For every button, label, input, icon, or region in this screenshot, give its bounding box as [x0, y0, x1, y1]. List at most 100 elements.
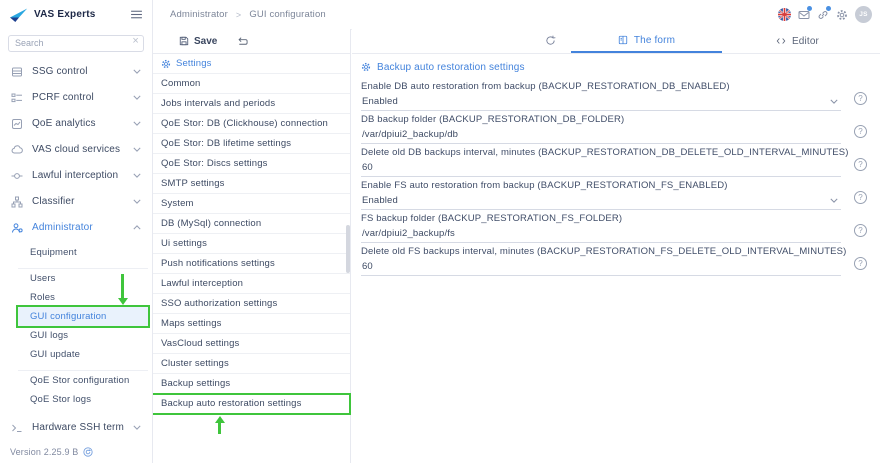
settings-list-item[interactable]: QoE Stor: DB (Clickhouse) connection	[152, 114, 350, 134]
sidebar-subitem[interactable]: Users	[18, 268, 148, 288]
sidebar-item[interactable]: Administrator	[0, 215, 152, 241]
reset-icon[interactable]	[237, 36, 248, 47]
app-root: VAS Experts × SSG control PCRF control Q…	[0, 0, 880, 463]
settings-list-item[interactable]: Backup auto restoration settings	[152, 394, 350, 414]
clear-search-icon[interactable]: ×	[132, 34, 139, 49]
save-label: Save	[194, 36, 217, 47]
sidebar-item-label: Hardware SSH terminal	[32, 422, 124, 433]
settings-list-item[interactable]: SMTP settings	[152, 174, 350, 194]
settings-list-item[interactable]: QoE Stor: Discs settings	[152, 154, 350, 174]
field-input[interactable]: Enabled	[361, 92, 841, 111]
field-input[interactable]: 60	[361, 158, 841, 177]
sidebar-item-icon	[11, 422, 23, 434]
sidebar-item[interactable]: Lawful interception	[0, 163, 152, 189]
notification-badge	[826, 6, 831, 11]
links-button[interactable]	[817, 9, 829, 21]
sidebar-item[interactable]: SSG control	[0, 59, 152, 85]
check-updates-icon[interactable]	[83, 447, 93, 457]
field-input[interactable]: /var/dpiui2_backup/db	[361, 125, 841, 144]
field-input[interactable]: Enabled	[361, 191, 841, 210]
field-label: FS backup folder (BACKUP_RESTORATION_FS_…	[361, 213, 880, 224]
field-label: Enable FS auto restoration from backup (…	[361, 180, 880, 191]
sidebar-subitem[interactable]: GUI logs	[18, 326, 148, 345]
sidebar-subitem-label: GUI update	[30, 349, 80, 360]
avatar[interactable]: JS	[855, 6, 872, 23]
chevron-down-icon	[133, 147, 141, 152]
field-value: 60	[362, 261, 373, 272]
field-value: /var/dpiui2_backup/db	[362, 129, 458, 140]
settings-item-label: QoE Stor: DB (Clickhouse) connection	[161, 118, 328, 129]
sidebar-nav: SSG control PCRF control QoE analytics V…	[0, 59, 152, 241]
settings-list-item[interactable]: Push notifications settings	[152, 254, 350, 274]
settings-list-item[interactable]: Maps settings	[152, 314, 350, 334]
sidebar-item-icon	[11, 144, 23, 156]
breadcrumb-item[interactable]: Administrator	[170, 9, 228, 20]
sidebar-item[interactable]: Classifier	[0, 189, 152, 215]
topbar-actions: JS	[778, 6, 880, 23]
chevron-down-icon	[133, 95, 141, 100]
gear-icon	[361, 62, 371, 72]
sidebar-subitem[interactable]: Equipment	[18, 243, 148, 262]
sidebar-item[interactable]: VAS cloud services	[0, 137, 152, 163]
settings-item-label: QoE Stor: DB lifetime settings	[161, 138, 291, 149]
field-value: Enabled	[362, 96, 398, 107]
settings-list-item[interactable]: Jobs intervals and periods	[152, 94, 350, 114]
save-icon	[179, 36, 189, 46]
settings-list-item[interactable]: DB (MySql) connection	[152, 214, 350, 234]
settings-list-item[interactable]: Cluster settings	[152, 354, 350, 374]
settings-item-label: DB (MySql) connection	[161, 218, 261, 229]
form-field: Enable DB auto restoration from backup (…	[361, 78, 880, 111]
help-icon[interactable]: ?	[854, 257, 867, 270]
help-icon[interactable]: ?	[854, 158, 867, 171]
scrollbar-thumb[interactable]	[346, 225, 350, 273]
sidebar-subitem[interactable]: GUI configuration	[18, 307, 148, 326]
sidebar-subitem-label: QoE Stor logs	[30, 394, 91, 405]
sidebar-item-label: Lawful interception	[32, 170, 118, 181]
breadcrumb-item-current: GUI configuration	[249, 9, 325, 20]
settings-list-item[interactable]: System	[152, 194, 350, 214]
settings-list-item[interactable]: Lawful interception	[152, 274, 350, 294]
form-field: Delete old FS backups interval, minutes …	[361, 243, 880, 276]
sidebar-subitem[interactable]: QoE Stor configuration	[18, 370, 148, 390]
menu-icon[interactable]	[130, 8, 143, 21]
settings-list-item[interactable]: Common	[152, 74, 350, 94]
settings-item-label: SMTP settings	[161, 178, 225, 189]
sidebar-item-label: QoE analytics	[32, 118, 96, 129]
field-input[interactable]: /var/dpiui2_backup/fs	[361, 224, 841, 243]
settings-list-item[interactable]: VasCloud settings	[152, 334, 350, 354]
settings-list-item[interactable]: QoE Stor: DB lifetime settings	[152, 134, 350, 154]
tab[interactable]: The form	[571, 29, 722, 53]
notifications-button[interactable]	[798, 9, 810, 21]
settings-list-item[interactable]: SSO authorization settings	[152, 294, 350, 314]
sidebar-item-label: VAS cloud services	[32, 144, 120, 155]
sidebar-subitem-label: Roles	[30, 292, 55, 303]
chevron-down-icon	[830, 198, 838, 203]
help-icon[interactable]: ?	[854, 224, 867, 237]
tab[interactable]: Editor	[722, 29, 873, 53]
chevron-down-icon	[133, 121, 141, 126]
sidebar-item[interactable]: PCRF control	[0, 85, 152, 111]
sidebar-subitem[interactable]: QoE Stor logs	[18, 390, 148, 409]
help-icon[interactable]: ?	[854, 92, 867, 105]
chevron-down-icon	[133, 69, 141, 74]
settings-list-item[interactable]: Backup settings	[152, 374, 350, 394]
sidebar-item-icon	[11, 170, 23, 182]
settings-list: Settings Common Jobs intervals and perio…	[152, 54, 350, 414]
field-input[interactable]: 60	[361, 257, 841, 276]
help-icon[interactable]: ?	[854, 125, 867, 138]
language-flag-icon[interactable]	[778, 8, 791, 21]
sidebar-item-icon	[11, 196, 23, 208]
help-icon[interactable]: ?	[854, 191, 867, 204]
sidebar-subitem[interactable]: GUI update	[18, 345, 148, 364]
settings-gear-icon[interactable]	[836, 9, 848, 21]
settings-list-item[interactable]: Ui settings	[152, 234, 350, 254]
settings-item-label: Cluster settings	[161, 358, 229, 369]
search-input[interactable]	[8, 35, 144, 52]
sidebar-item[interactable]: QoE analytics	[0, 111, 152, 137]
sidebar-item[interactable]: Hardware SSH terminal	[0, 415, 152, 441]
refresh-icon[interactable]	[545, 35, 556, 46]
sidebar-subitem[interactable]: Roles	[18, 288, 148, 307]
breadcrumb: Administrator > GUI configuration	[152, 9, 326, 20]
save-button[interactable]: Save	[179, 36, 217, 47]
settings-item-label: Backup auto restoration settings	[161, 398, 302, 409]
